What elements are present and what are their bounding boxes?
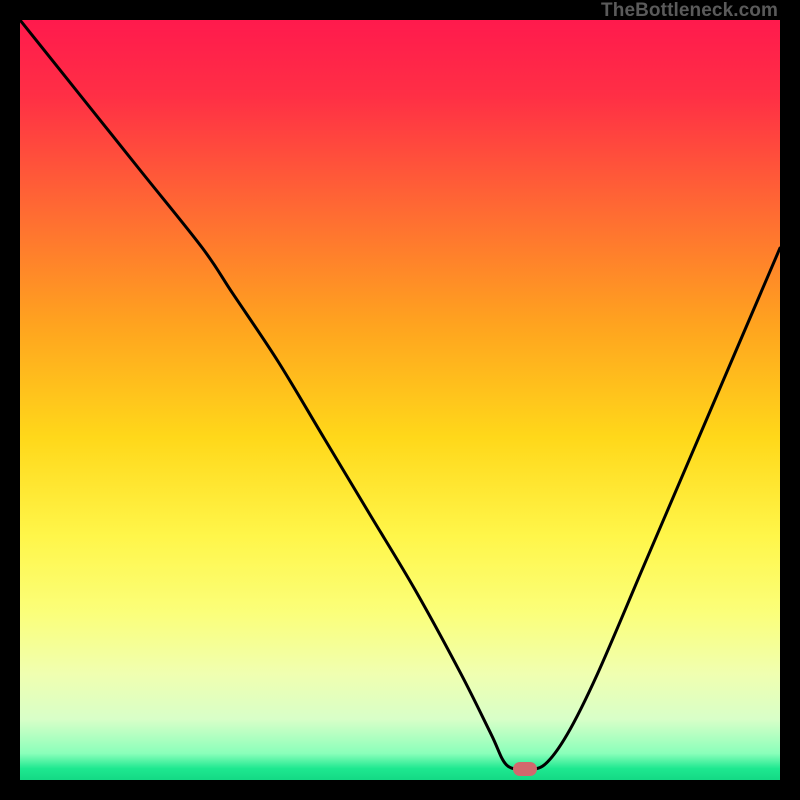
plot-area <box>20 20 780 780</box>
watermark-text: TheBottleneck.com <box>601 0 778 22</box>
chart-frame: TheBottleneck.com <box>0 0 800 800</box>
optimal-point-marker <box>513 762 537 776</box>
bottleneck-curve <box>20 20 780 780</box>
